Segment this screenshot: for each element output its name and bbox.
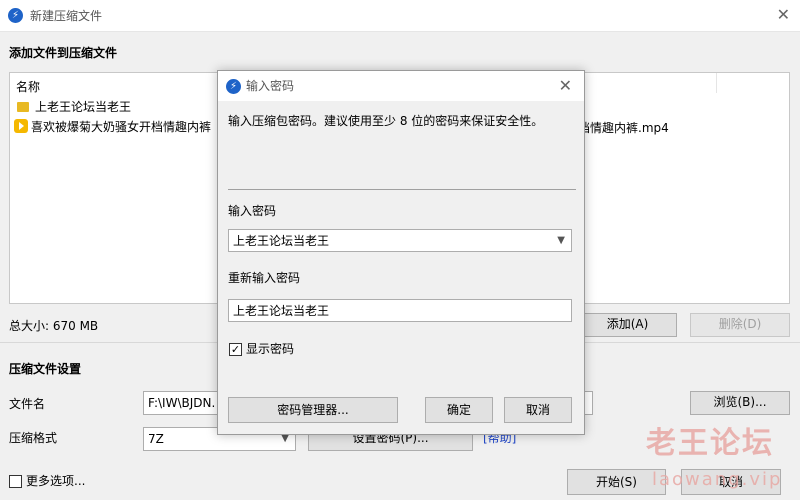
folder-icon [17, 102, 29, 112]
column-header-name[interactable]: 名称 [16, 80, 40, 94]
window-titlebar: ⚡ 新建压缩文件 ✕ [0, 0, 800, 32]
total-size: 总大小: 670 MB [9, 319, 99, 333]
close-icon[interactable]: ✕ [559, 78, 572, 94]
more-options-checkbox[interactable] [9, 475, 22, 488]
app-logo-icon: ⚡ [226, 79, 241, 94]
show-password-label[interactable]: 显示密码 [246, 341, 294, 357]
file-name: 喜欢被爆菊大奶骚女开档情趣内裤 [31, 120, 212, 134]
password-input-value: 上老王论坛当老王 [233, 234, 330, 248]
filename-label: 文件名 [9, 397, 46, 411]
chevron-down-icon[interactable]: ▼ [557, 230, 565, 251]
watermark-logo: 老王论坛 [646, 426, 774, 461]
format-select-value: 7Z [148, 432, 164, 446]
app-logo-icon: ⚡ [8, 8, 23, 23]
close-icon[interactable]: ✕ [777, 7, 790, 23]
file-name: 上老王论坛当老王 [35, 100, 132, 114]
file-name-tail: 档情趣内裤.mp4 [578, 121, 669, 135]
watermark-url: laowang.vip [652, 469, 783, 490]
password-manager-button[interactable]: 密码管理器... [228, 397, 398, 423]
password-dialog: ⚡ 输入密码 ✕ 输入压缩包密码。建议使用至少 8 位的密码来保证安全性。 输入… [217, 70, 585, 435]
dialog-title: 输入密码 [246, 79, 295, 93]
show-password-checkbox[interactable]: ✓ [229, 343, 242, 356]
password-label: 输入密码 [228, 204, 277, 218]
dialog-divider [228, 189, 576, 190]
browse-button[interactable]: 浏览(B)... [690, 391, 790, 415]
add-button[interactable]: 添加(A) [578, 313, 677, 337]
settings-section-title: 压缩文件设置 [9, 362, 82, 376]
password-input[interactable]: 上老王论坛当老王 ▼ [228, 229, 572, 252]
confirm-password-input[interactable]: 上老王论坛当老王 [228, 299, 572, 322]
ok-button[interactable]: 确定 [425, 397, 493, 423]
format-label: 压缩格式 [9, 431, 58, 445]
dialog-cancel-button[interactable]: 取消 [504, 397, 572, 423]
column-divider [716, 73, 717, 93]
dialog-titlebar: ⚡ 输入密码 ✕ [218, 71, 584, 101]
video-file-icon [14, 119, 28, 133]
confirm-password-label: 重新输入密码 [228, 271, 301, 285]
delete-button[interactable]: 删除(D) [690, 313, 790, 337]
more-options-label[interactable]: 更多选项... [26, 473, 85, 489]
password-instruction: 输入压缩包密码。建议使用至少 8 位的密码来保证安全性。 [228, 114, 544, 128]
window-title: 新建压缩文件 [30, 9, 103, 23]
add-files-section-title: 添加文件到压缩文件 [9, 46, 118, 60]
